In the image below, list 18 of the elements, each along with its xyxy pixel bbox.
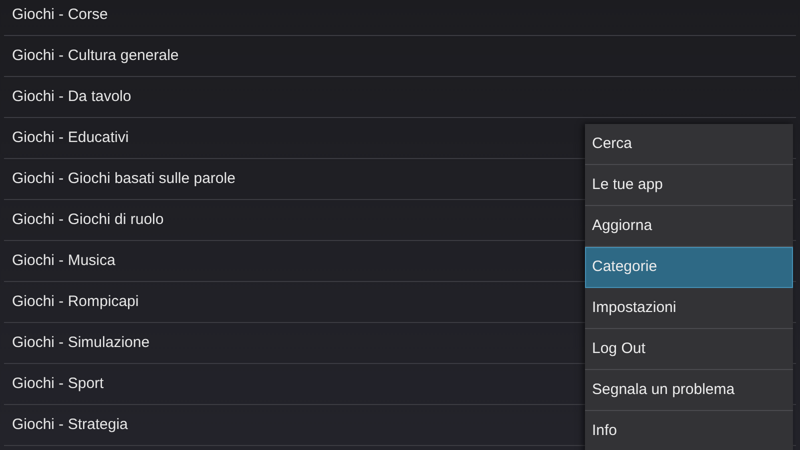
category-item[interactable]: Giochi - Giochi basati sulle parole — [12, 168, 236, 190]
category-item[interactable]: Giochi - Giochi di ruolo — [12, 208, 164, 232]
menu-item[interactable]: Log Out — [585, 329, 793, 370]
category-item[interactable]: Giochi - Strategia — [12, 414, 128, 436]
category-item[interactable]: Giochi - Corse — [12, 4, 108, 26]
menu-item[interactable]: Cerca — [585, 124, 793, 165]
category-item[interactable]: Giochi - Da tavolo — [12, 86, 132, 108]
menu-item[interactable]: Impostazioni — [585, 288, 793, 329]
category-item[interactable]: Giochi - Rompicapi — [12, 290, 139, 314]
menu-item[interactable]: Le tue app — [585, 165, 793, 206]
category-item[interactable]: Giochi - Cultura generale — [12, 44, 179, 68]
menu-item[interactable]: Segnala un problema — [585, 370, 793, 411]
category-item[interactable]: Giochi - Simulazione — [12, 332, 150, 354]
category-item[interactable]: Giochi - Musica — [12, 250, 116, 272]
category-item[interactable]: Giochi - Educativi — [12, 126, 129, 150]
category-item[interactable]: Giochi - Sport — [12, 372, 104, 396]
menu-item[interactable]: Categorie — [585, 247, 793, 288]
menu-item[interactable]: Info — [585, 411, 793, 450]
